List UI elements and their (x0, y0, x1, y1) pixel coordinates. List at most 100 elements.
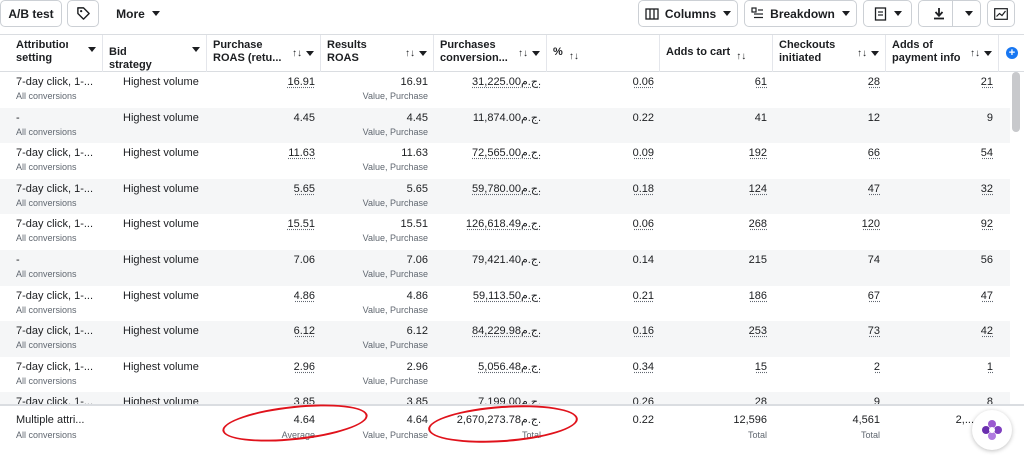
cell-bid-strategy: Highest volume (123, 254, 199, 266)
cell-percent: 0.26 (632, 396, 654, 404)
chart-toggle-button[interactable] (987, 0, 1015, 27)
line-chart-icon (994, 7, 1008, 20)
table-row[interactable]: - All conversions Highest volume 7.06 7.06 Va… (0, 250, 1010, 286)
chevron-down-icon[interactable] (532, 51, 540, 56)
cell-bid-strategy: Highest volume (123, 76, 199, 88)
breakdown-button[interactable]: Breakdown (744, 0, 857, 27)
footer-percent: 0.22 (632, 414, 654, 426)
sort-icon[interactable]: ↑↓ (292, 47, 302, 60)
more-label: More (116, 6, 145, 21)
sort-icon[interactable]: ↑↓ (736, 51, 746, 62)
cell-checkouts: 28 (867, 76, 880, 88)
add-column-icon[interactable]: + (1006, 47, 1018, 59)
chevron-down-icon[interactable] (984, 51, 992, 56)
cell-percent: 0.21 (632, 289, 654, 302)
cell-attribution: 7-day click, 1-...All conversions (16, 76, 94, 101)
cell-conversion-value: 84,229.98ج.م. (472, 325, 541, 338)
cell-attribution: 7-day click, 1-...All conversions (16, 147, 94, 173)
column-header-bid-strategy[interactable]: Bid strategy (103, 35, 207, 72)
cell-checkouts: 66 (867, 147, 880, 160)
cell-attribution: 7-day click, 1-...All conversions (16, 360, 94, 386)
ab-test-label: A/B test (8, 6, 54, 21)
footer-results-roas: 4.64 Value, Purchase (362, 414, 428, 440)
cell-results-roas: 6.12 Value, Purchase (362, 325, 428, 351)
chevron-down-icon[interactable] (419, 51, 427, 56)
cell-adds-to-cart: 124 (748, 182, 767, 195)
cell-results-roas: 3.85Value, Purchase (406, 396, 428, 404)
columns-icon (645, 7, 659, 20)
column-header-adds-to-cart[interactable]: Adds to cart ↑↓ (660, 35, 773, 72)
cell-adds-to-cart: 41 (754, 111, 767, 124)
chevron-down-icon[interactable] (871, 51, 879, 56)
cell-percent: 0.34 (632, 360, 654, 373)
cell-purchase-roas: 4.86 (293, 289, 315, 302)
table-row[interactable]: 7-day click, 1-...All conversions Highest… (0, 143, 1010, 179)
table-row[interactable]: 7-day click, 1-...All conversions Highest… (0, 357, 1010, 393)
cell-payment-info: 56 (980, 254, 993, 266)
cell-results-roas: 4.86 Value, Purchase (362, 289, 428, 315)
sort-icon[interactable]: ↑↓ (857, 47, 867, 60)
sort-icon[interactable]: ↑↓ (405, 47, 415, 60)
chevron-down-icon[interactable] (964, 11, 973, 16)
cell-results-roas: 5.65 Value, Purchase (362, 182, 428, 208)
column-header-results-roas[interactable]: Results ROAS ↑↓ (321, 35, 434, 72)
report-icon (874, 6, 887, 21)
cell-attribution: 7-day click, 1-...All conversions (16, 396, 94, 404)
cell-bid-strategy: Highest volume (123, 182, 199, 195)
cell-payment-info: 9 (986, 111, 993, 124)
cell-payment-info: 47 (980, 289, 993, 302)
cell-percent: 0.16 (632, 325, 654, 338)
cell-bid-strategy: Highest volume (123, 396, 199, 404)
table-row[interactable]: - All conversions Highest volume 4.45 4.45 Va… (0, 107, 1010, 144)
table-row[interactable]: 7-day click, 1-...All conversions Highest… (0, 321, 1010, 357)
cell-adds-to-cart: 61 (754, 76, 767, 88)
breakdown-icon (751, 7, 764, 20)
cell-conversion-value: 72,565.00ج.م. (472, 147, 541, 160)
cell-results-roas: 15.51 Value, Purchase (362, 218, 428, 244)
footer-purchase-roas: 4.64 Average (281, 414, 315, 440)
table-row[interactable]: 7-day click, 1-...All conversions Highest… (0, 72, 1010, 108)
chevron-down-icon[interactable] (192, 47, 200, 52)
tag-button[interactable] (67, 0, 99, 27)
cell-checkouts: 2 (873, 360, 880, 373)
cell-percent: 0.09 (632, 147, 654, 160)
table-row[interactable]: 7-day click, 1-...All conversions Highest… (0, 214, 1010, 250)
cell-adds-to-cart: 253 (748, 325, 767, 338)
cell-percent: 0.18 (632, 182, 654, 195)
column-header-payment-info[interactable]: Adds of payment info ↑↓ (886, 35, 999, 72)
chevron-down-icon[interactable] (306, 51, 314, 56)
export-button[interactable] (918, 0, 981, 27)
cell-payment-info: 1 (986, 360, 993, 373)
report-menu-button[interactable] (863, 0, 912, 27)
cell-purchase-roas: 2.96 (293, 360, 315, 373)
cell-results-roas: 11.63 Value, Purchase (362, 147, 428, 173)
cell-payment-info: 54 (980, 147, 993, 160)
table-row[interactable]: 7-day click, 1-...All conversions Highest… (0, 178, 1010, 215)
cell-purchase-roas: 5.65 (293, 182, 315, 195)
sort-icon[interactable]: ↑↓ (970, 47, 980, 60)
cell-purchase-roas: 16.91 (287, 76, 315, 88)
cell-payment-info: 42 (980, 325, 993, 338)
cell-conversion-value: 79,421.40ج.م. (472, 254, 541, 266)
columns-button[interactable]: Columns (638, 0, 738, 27)
sort-icon[interactable]: ↑↓ (518, 47, 528, 60)
chevron-down-icon (893, 11, 902, 16)
table-row[interactable]: 7-day click, 1-...All conversions Highest… (0, 286, 1010, 322)
column-header-checkouts[interactable]: Checkouts initiated ↑↓ (773, 35, 886, 72)
breakdown-label: Breakdown (770, 6, 835, 21)
more-button[interactable]: More (108, 0, 168, 27)
cell-purchase-roas: 7.06 (293, 254, 315, 266)
table-row[interactable]: 7-day click, 1-...All conversions Highest… (0, 392, 1010, 404)
sort-icon[interactable]: ↑↓ (569, 51, 579, 62)
vertical-scrollbar[interactable] (1012, 72, 1020, 132)
ab-test-button[interactable]: A/B test (0, 0, 62, 27)
cell-bid-strategy: Highest volume (123, 111, 199, 124)
table-footer-totals: Multiple attri... All conversions 4.64 A… (0, 404, 1024, 455)
chevron-down-icon (151, 11, 160, 16)
column-header-attribution[interactable]: Attribution setting (10, 35, 103, 72)
assistant-button[interactable] (972, 410, 1012, 450)
column-header-purchase-roas[interactable]: Purchase ROAS (retu... ↑↓ (207, 35, 321, 72)
chevron-down-icon[interactable] (88, 47, 96, 52)
column-header-conversion-value[interactable]: Purchases conversion... ↑↓ (434, 35, 547, 72)
column-header-percent[interactable]: % ↑↓ (547, 35, 660, 72)
